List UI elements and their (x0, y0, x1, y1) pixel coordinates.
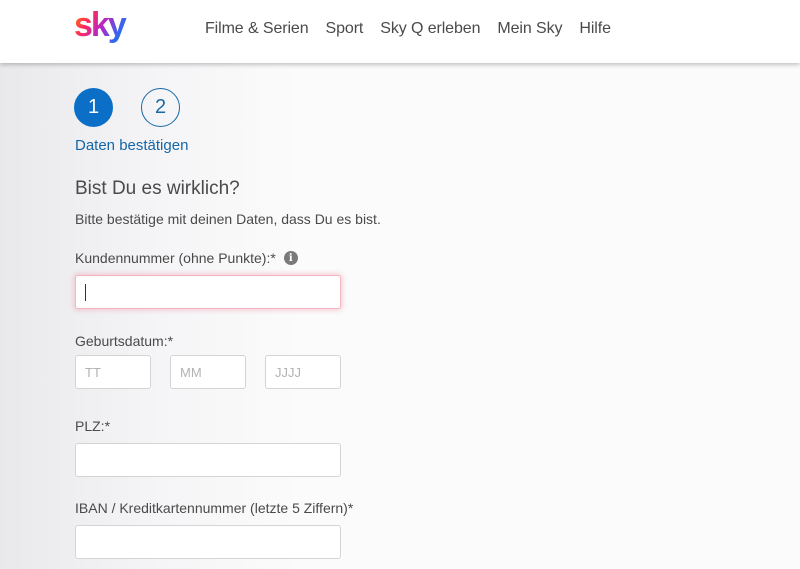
page-title: Bist Du es wirklich? (75, 178, 240, 199)
customer-number-label: Kundennummer (ohne Punkte):* i (75, 250, 298, 266)
birthdate-day-input[interactable]: TT (75, 355, 151, 389)
step-2: 2 (141, 88, 180, 127)
iban-label: IBAN / Kreditkartennummer (letzte 5 Ziff… (75, 500, 353, 516)
step-label: Daten bestätigen (75, 137, 189, 154)
nav-sport[interactable]: Sport (326, 20, 364, 38)
birthdate-label: Geburtsdatum:* (75, 333, 173, 349)
iban-input[interactable] (75, 525, 341, 559)
iban-label-text: IBAN / Kreditkartennummer (letzte 5 Ziff… (75, 500, 354, 516)
year-placeholder: JJJJ (275, 364, 301, 380)
text-caret (85, 283, 86, 301)
birthdate-label-text: Geburtsdatum:* (75, 333, 174, 349)
sky-logo[interactable]: sky (74, 8, 140, 50)
month-placeholder: MM (180, 364, 202, 380)
nav-mein-sky[interactable]: Mein Sky (497, 20, 562, 38)
birthdate-year-input[interactable]: JJJJ (265, 355, 341, 389)
site-header: sky Filme & Serien Sport Sky Q erleben M… (0, 0, 800, 63)
birthdate-month-input[interactable]: MM (170, 355, 246, 389)
zip-label-text: PLZ:* (75, 418, 111, 434)
step-1: 1 (74, 88, 113, 127)
nav-hilfe[interactable]: Hilfe (579, 20, 611, 38)
svg-text:sky: sky (74, 8, 127, 44)
step-indicator: 1 2 (74, 88, 208, 127)
customer-number-input[interactable] (75, 275, 341, 309)
info-icon[interactable]: i (283, 251, 298, 265)
nav-sky-q-erleben[interactable]: Sky Q erleben (380, 20, 480, 38)
day-placeholder: TT (85, 364, 101, 380)
main-nav: Filme & Serien Sport Sky Q erleben Mein … (205, 17, 628, 41)
customer-number-label-text: Kundennummer (ohne Punkte):* (75, 250, 276, 266)
page-subtitle: Bitte bestätige mit deinen Daten, dass D… (75, 211, 381, 227)
nav-filme-serien[interactable]: Filme & Serien (205, 20, 309, 38)
zip-input[interactable] (75, 443, 341, 477)
zip-label: PLZ:* (75, 418, 110, 434)
